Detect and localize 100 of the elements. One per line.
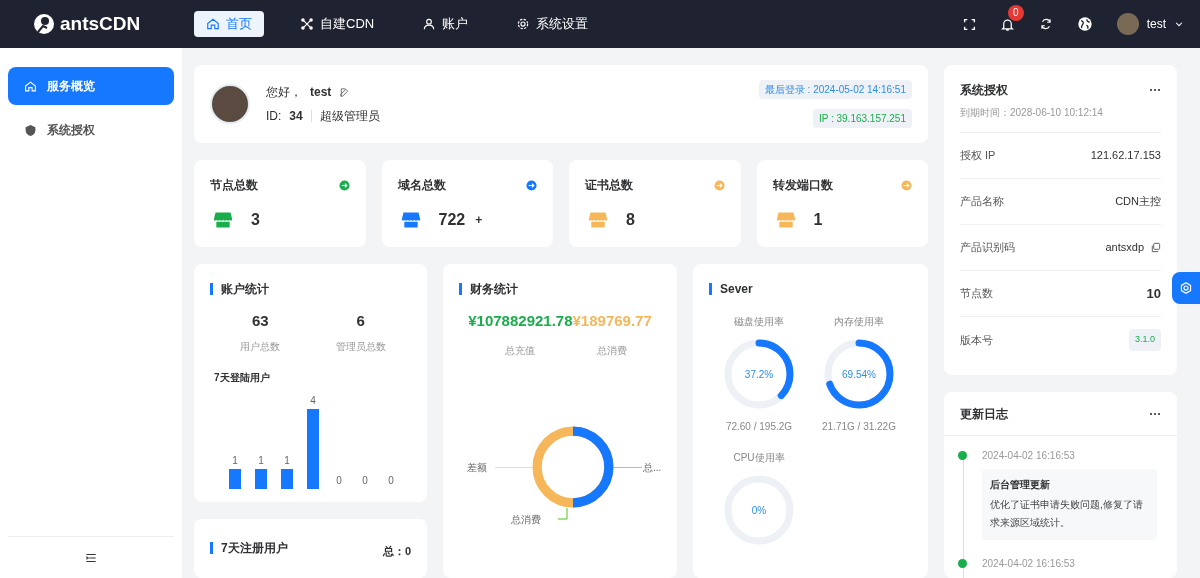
meter-detail: 72.60 / 195.2G <box>725 420 793 434</box>
id-label: ID: <box>266 108 282 125</box>
last-login-tag: 最后登录 : 2024-05-02 14:16:51 <box>758 80 912 99</box>
shop-icon <box>775 210 796 230</box>
shop-icon <box>400 210 421 230</box>
stat-value: 722 <box>438 210 466 230</box>
stat-suffix: + <box>475 212 483 229</box>
nav-tab[interactable]: 首页 <box>194 11 264 37</box>
bar <box>281 468 293 489</box>
card-title: 财务统计 <box>470 281 518 298</box>
network-icon <box>300 17 314 31</box>
amount-label: 总充值 <box>505 343 536 358</box>
copy-icon[interactable] <box>1150 242 1161 253</box>
field-label: 节点数 <box>960 286 993 302</box>
bar-value-label: 1 <box>284 454 290 466</box>
field-label: 版本号 <box>960 332 993 348</box>
shield-icon <box>24 123 37 137</box>
stat-value: 3 <box>251 210 260 230</box>
logo-icon <box>32 12 56 36</box>
meter-label: 内存使用率 <box>834 315 884 329</box>
card-title: 系统授权 <box>960 82 1008 99</box>
home-icon <box>24 79 37 93</box>
bar <box>255 468 267 489</box>
field-value: CDN主控 <box>1115 194 1161 210</box>
stat-label: 证书总数 <box>585 177 633 194</box>
log-title: 后台管理更新 <box>990 478 1051 492</box>
field-value: antsxdp <box>1105 240 1144 256</box>
avatar-placeholder <box>1116 13 1139 35</box>
meter-reading: 0% <box>751 503 767 518</box>
edit-icon[interactable] <box>339 86 351 98</box>
bar-value-label: 0 <box>336 474 342 486</box>
settings-icon <box>516 17 531 31</box>
user-menu[interactable]: test <box>1116 13 1184 35</box>
chart-label: 总消费 <box>511 512 541 527</box>
log-text: 优化了证书申请失败问题,修复了请求来源区域统计。 <box>990 498 1144 530</box>
stat-label: 管理员总数 <box>335 339 386 354</box>
home-icon <box>206 17 220 31</box>
avatar-placeholder <box>210 84 250 124</box>
bar-value-label: 1 <box>232 454 238 466</box>
amount-value: ¥189769.77 <box>572 311 652 331</box>
amount-label: 总消费 <box>597 343 628 358</box>
card-title: 账户统计 <box>221 281 269 298</box>
card-title: 7天注册用户 <box>221 540 288 557</box>
meter-reading: 37.2% <box>744 367 774 382</box>
globe-icon[interactable] <box>1076 16 1093 32</box>
bell-icon[interactable] <box>999 16 1015 32</box>
nav-tab[interactable]: 自建CDN <box>288 11 387 37</box>
stat-value: 6 <box>356 311 365 331</box>
stat-value: 63 <box>251 311 269 331</box>
amount-value: ¥107882921.78 <box>468 311 573 331</box>
fullscreen-icon[interactable] <box>962 17 976 31</box>
leader-line <box>614 466 642 468</box>
chart-label: 差额 <box>467 460 487 475</box>
stat-label: 转发端口数 <box>772 177 833 194</box>
log-time: 2024-04-02 16:16:53 <box>982 449 1076 463</box>
notification-badge: 0 <box>1007 4 1024 21</box>
shop-icon <box>588 210 608 230</box>
chart-label: 总... <box>643 460 662 475</box>
stat-label: 用户总数 <box>240 339 281 354</box>
leader-line <box>558 507 568 520</box>
sidebar-item[interactable]: 系统授权 <box>8 111 174 149</box>
nav-tab[interactable]: 系统设置 <box>504 11 601 37</box>
card-title: Sever <box>720 281 753 298</box>
user-role: 超级管理员 <box>319 108 380 125</box>
register-total: 总：0 <box>382 544 411 559</box>
meter-detail: 21.71G / 31.22G <box>822 420 896 434</box>
sidebar-item[interactable]: 服务概览 <box>8 67 174 105</box>
field-value: 121.62.17.153 <box>1090 148 1161 164</box>
arrow-icon[interactable] <box>526 179 537 191</box>
settings-button[interactable] <box>1172 272 1200 304</box>
settings-icon <box>1179 281 1193 295</box>
field-label: 产品名称 <box>960 194 1004 210</box>
stat-label: 域名总数 <box>397 177 446 194</box>
logo-text: antsCDN <box>60 11 141 36</box>
field-label: 产品识别码 <box>960 240 1015 256</box>
refresh-icon[interactable] <box>1038 17 1053 31</box>
field-value: 10 <box>1146 284 1161 303</box>
field-label: 授权 IP <box>960 148 996 164</box>
user-name: test <box>310 84 332 101</box>
meter-label: 磁盘使用率 <box>734 315 784 329</box>
shop-icon <box>213 210 233 230</box>
user-icon <box>422 17 437 31</box>
meter-reading: 69.54% <box>842 367 876 382</box>
ip-tag: IP : 39.163.157.251 <box>812 109 912 128</box>
caret-icon <box>1174 19 1184 29</box>
meter-label: CPU使用率 <box>733 451 785 465</box>
chart-title: 7天登陆用户 <box>214 370 271 385</box>
stat-value: 1 <box>813 210 823 230</box>
stat-value: 8 <box>626 210 635 230</box>
log-time: 2024-04-02 16:16:53 <box>982 557 1076 571</box>
stat-label: 节点总数 <box>210 177 258 194</box>
greeting-text: 您好， <box>266 84 302 101</box>
nav-tab[interactable]: 账户 <box>410 11 481 37</box>
bar <box>229 468 241 489</box>
bar-value-label: 1 <box>258 454 264 466</box>
bar-value-label: 4 <box>310 394 316 406</box>
bar-value-label: 0 <box>388 474 394 486</box>
arrow-icon[interactable] <box>338 179 350 191</box>
bar-value-label: 0 <box>362 474 368 486</box>
user-id: 34 <box>289 108 303 125</box>
